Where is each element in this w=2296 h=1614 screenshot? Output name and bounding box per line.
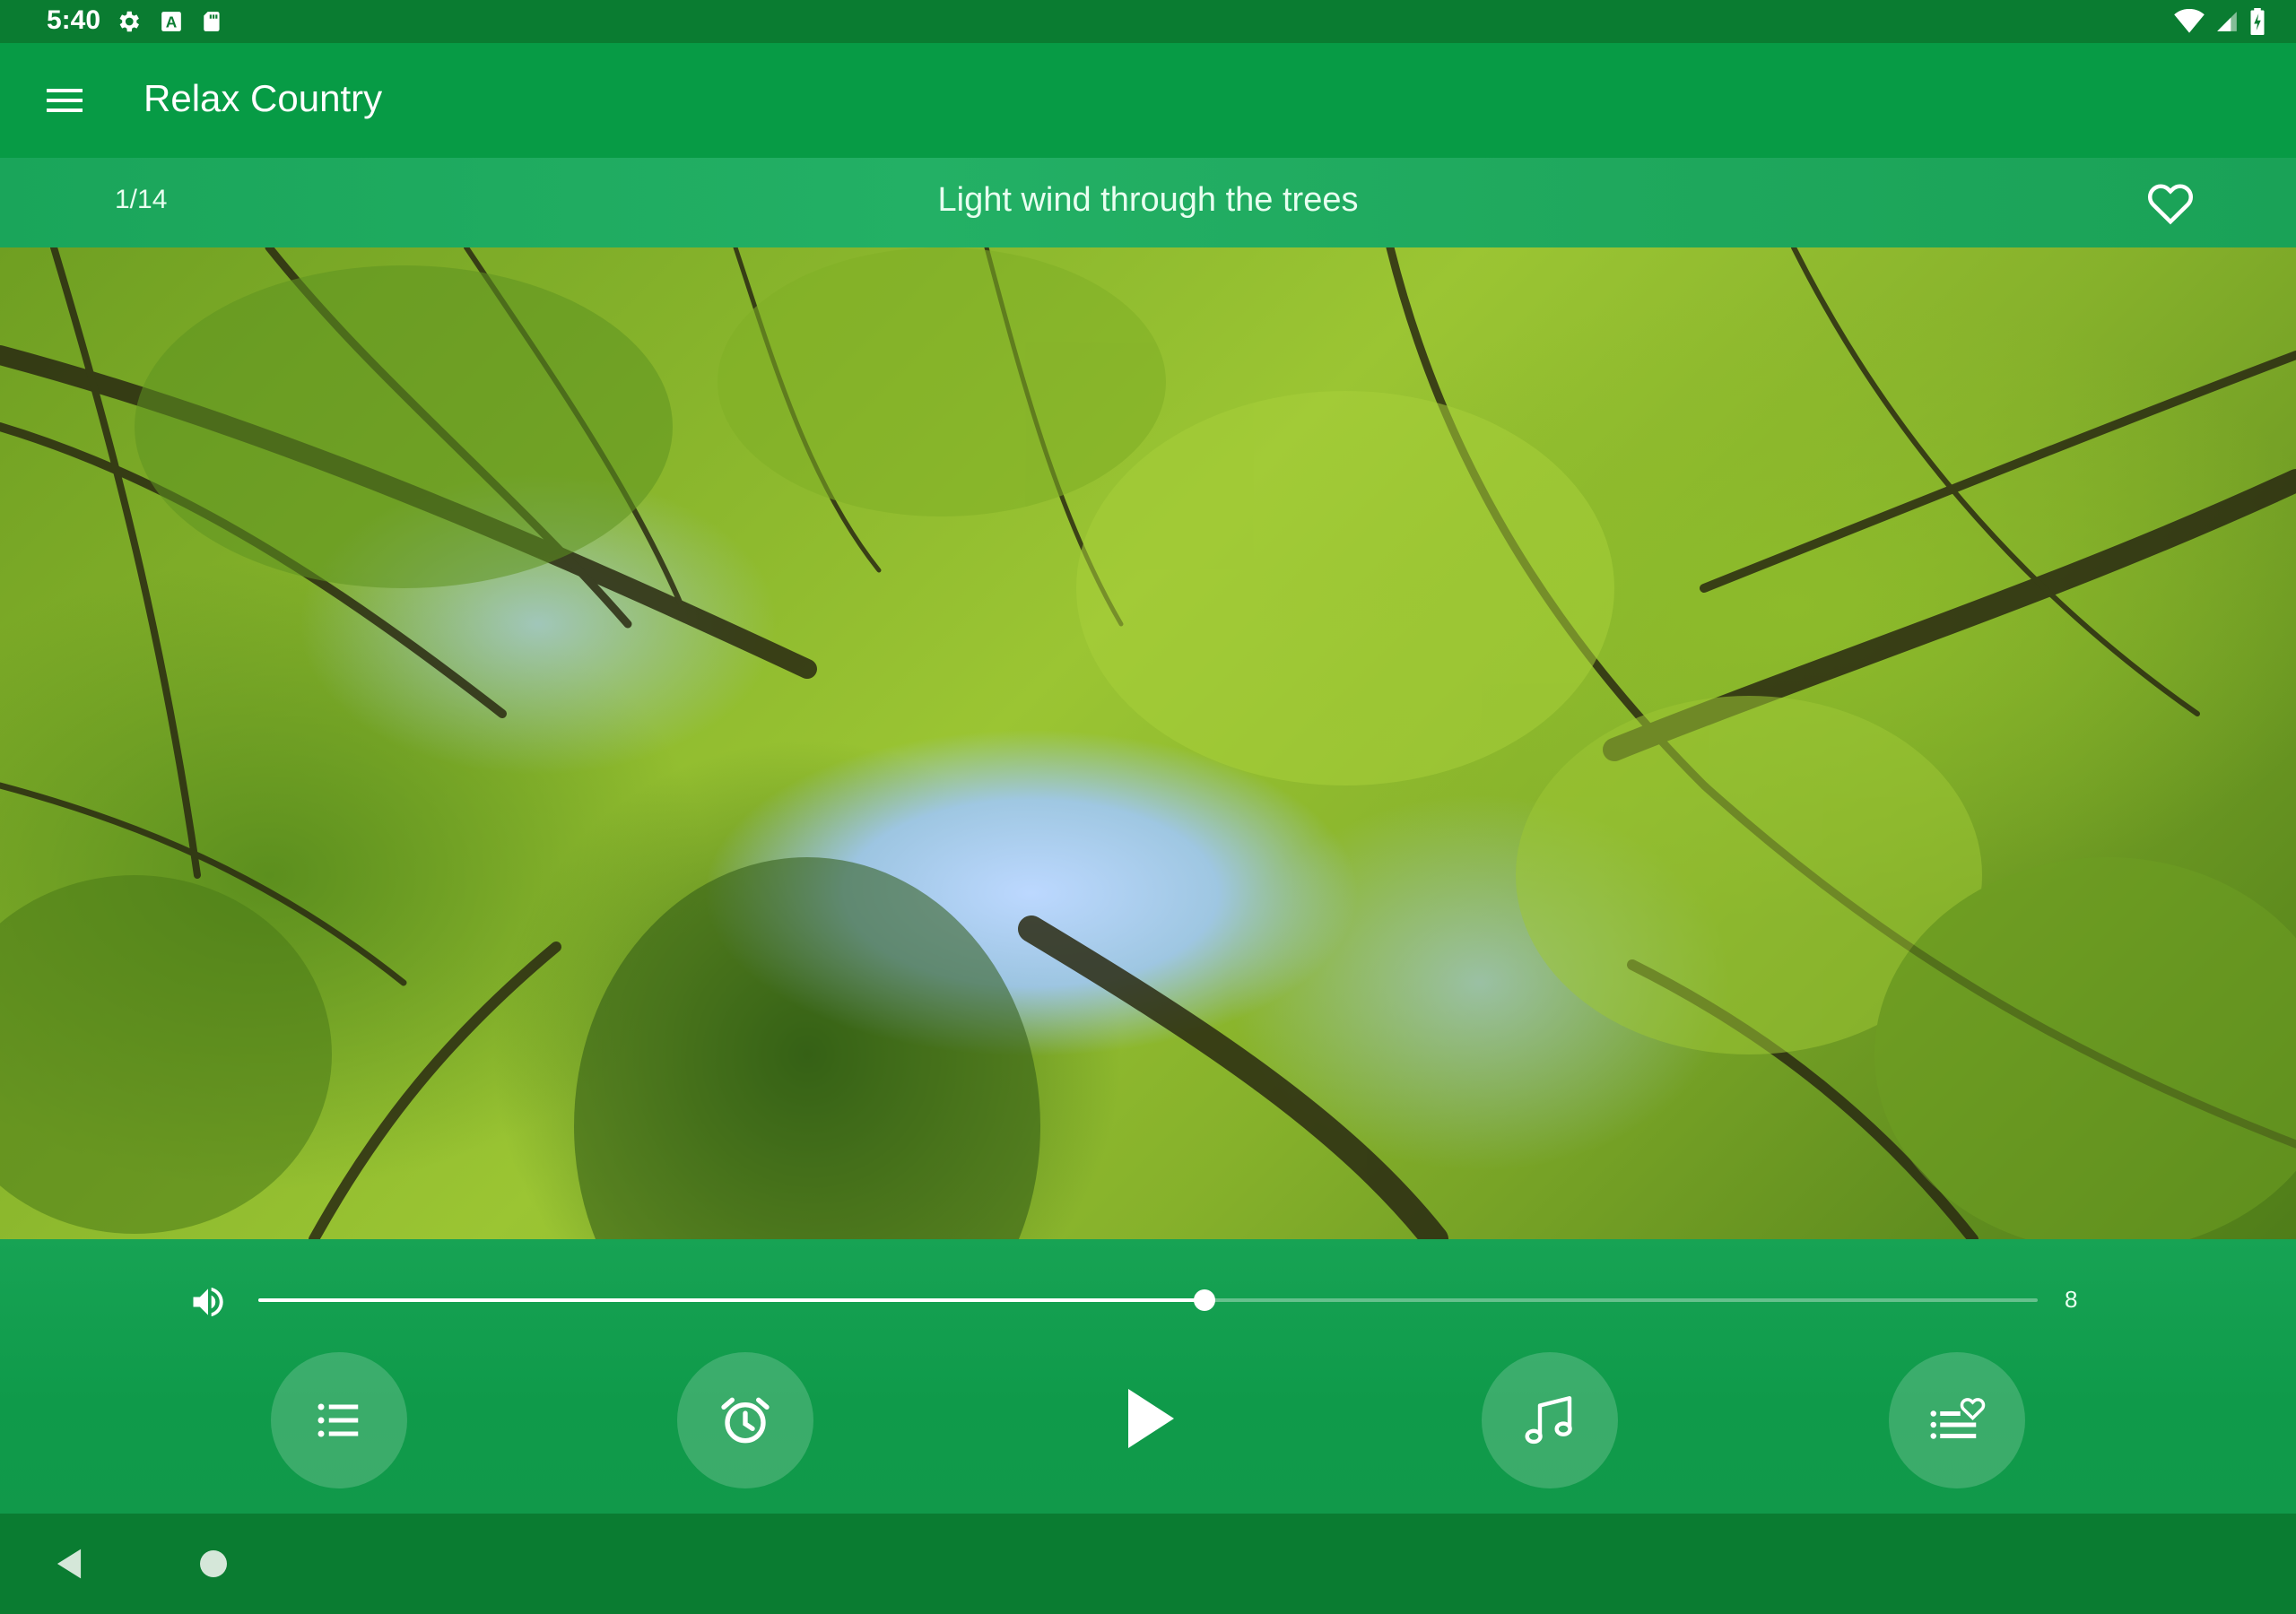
playlist-button[interactable] <box>271 1352 407 1488</box>
a-letter-icon: A <box>161 12 181 31</box>
track-title: Light wind through the trees <box>937 181 1359 219</box>
volume-slider-fill <box>258 1298 1205 1302</box>
app-bar: Relax Country <box>0 43 2296 158</box>
tree-branches-illustration <box>0 247 2296 1239</box>
list-icon <box>317 1403 359 1437</box>
scene-photo <box>0 247 2296 1239</box>
svg-text:A: A <box>166 13 178 31</box>
music-note-icon <box>1525 1396 1572 1445</box>
track-header: 1/14 Light wind through the trees <box>0 158 2296 247</box>
alarm-clock-icon <box>721 1397 770 1444</box>
favorites-list-button[interactable] <box>1889 1352 2025 1488</box>
volume-slider[interactable] <box>258 1289 2038 1311</box>
sd-card-icon <box>204 12 220 31</box>
hamburger-menu-icon <box>47 89 83 112</box>
play-button[interactable] <box>1105 1374 1195 1463</box>
status-icons-left: A <box>115 5 224 38</box>
music-button[interactable] <box>1482 1352 1618 1488</box>
back-button[interactable] <box>54 1548 84 1584</box>
status-icons-right <box>2174 7 2266 36</box>
home-button[interactable] <box>200 1550 227 1577</box>
volume-button[interactable] <box>188 1282 228 1322</box>
wifi-icon <box>2174 9 2205 33</box>
volume-up-icon <box>193 1287 223 1317</box>
app-title: Relax Country <box>144 77 383 119</box>
battery-charging-icon <box>2250 8 2265 35</box>
volume-slider-thumb[interactable] <box>1194 1289 1216 1311</box>
heart-outline-icon <box>2148 184 2193 225</box>
gear-icon <box>119 11 139 32</box>
navigation-bar <box>0 1514 2296 1614</box>
player-controls: 8 <box>0 1239 2296 1514</box>
back-triangle-icon <box>57 1549 82 1579</box>
status-bar: 5:40 A <box>0 0 2296 43</box>
play-icon <box>1128 1389 1174 1448</box>
volume-value: 8 <box>2065 1286 2078 1313</box>
timer-button[interactable] <box>677 1352 813 1488</box>
favorite-button[interactable] <box>2144 176 2197 230</box>
menu-button[interactable] <box>39 75 90 126</box>
heart-list-icon <box>1930 1398 1986 1439</box>
status-time: 5:40 <box>47 5 101 35</box>
cell-signal-icon <box>2217 12 2237 31</box>
